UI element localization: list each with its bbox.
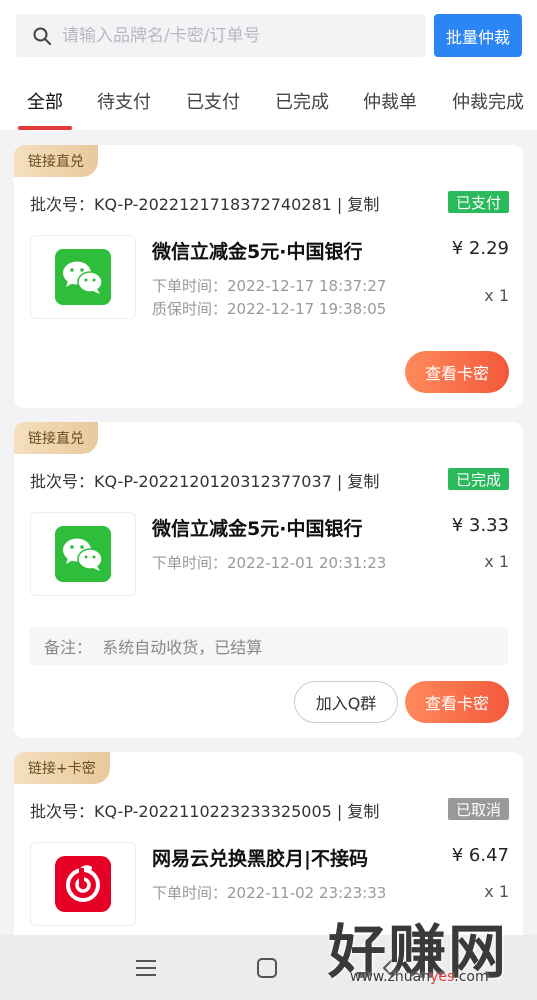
batch-number: 批次号：KQ-P-2022120120312377037 | 复制 [30, 468, 379, 492]
active-tab-indicator [18, 126, 72, 130]
tab-pending-payment[interactable]: 待支付 [97, 88, 151, 114]
batch-label: 批次号： [30, 802, 95, 821]
tab-arbitration-done[interactable]: 仲裁完成 [452, 88, 524, 114]
watermark-url-accent: yes [430, 969, 455, 985]
status-badge: 已取消 [447, 798, 509, 820]
wechat-icon [55, 249, 111, 305]
order-card: 链接直兑 批次号：KQ-P-2022120120312377037 | 复制 已… [14, 422, 523, 738]
tab-arbitration[interactable]: 仲裁单 [363, 88, 417, 114]
batch-value: KQ-P-2022120120312377037 [94, 472, 332, 491]
warranty-time-value: 2022-12-17 19:38:05 [227, 300, 387, 318]
view-card-secret-button[interactable]: 查看卡密 [405, 351, 509, 393]
order-time: 下单时间：2022-12-17 18:37:27 [152, 275, 386, 296]
order-tabs: 全部 待支付 已支付 已完成 仲裁单 仲裁完成 [0, 80, 537, 130]
order-time-value: 2022-11-02 23:23:33 [227, 884, 387, 902]
order-time: 下单时间：2022-11-02 23:23:33 [152, 882, 386, 903]
order-time-value: 2022-12-01 20:31:23 [227, 554, 387, 572]
product-thumbnail[interactable] [30, 235, 136, 319]
home-icon[interactable] [252, 953, 282, 983]
order-type-ribbon: 链接直兑 [14, 422, 98, 454]
watermark-url: www.zhuanyes.com [350, 969, 489, 985]
separator: | [336, 195, 348, 214]
price: ¥ 2.29 [451, 238, 509, 259]
search-input[interactable] [62, 25, 402, 46]
quantity: x 1 [484, 286, 509, 305]
batch-arbitration-button[interactable]: 批量仲裁 [434, 14, 522, 57]
watermark: 好赚网 www.zhuanyes.com [328, 905, 533, 995]
view-card-secret-button[interactable]: 查看卡密 [405, 681, 509, 723]
product-thumbnail[interactable] [30, 842, 136, 926]
menu-icon[interactable] [131, 953, 161, 983]
tab-paid[interactable]: 已支付 [186, 88, 240, 114]
order-time: 下单时间：2022-12-01 20:31:23 [152, 552, 386, 573]
price: ¥ 6.47 [451, 845, 509, 866]
wechat-icon [55, 526, 111, 582]
join-qq-group-button[interactable]: 加入Q群 [294, 681, 398, 723]
note-label: 备注： [44, 638, 93, 657]
order-time-value: 2022-12-17 18:37:27 [227, 277, 387, 295]
product-name[interactable]: 微信立减金5元·中国银行 [152, 237, 362, 264]
search-icon [33, 27, 51, 45]
batch-label: 批次号： [30, 472, 95, 491]
warranty-time-label: 质保时间： [152, 300, 228, 318]
batch-number: 批次号：KQ-P-2022121718372740281 | 复制 [30, 191, 379, 215]
copy-button[interactable]: 复制 [347, 195, 379, 214]
header: 批量仲裁 全部 待支付 已支付 已完成 仲裁单 仲裁完成 [0, 0, 537, 130]
tab-all[interactable]: 全部 [27, 88, 63, 114]
batch-value: KQ-P-2022110223233325005 [94, 802, 332, 821]
order-card: 链接直兑 批次号：KQ-P-2022121718372740281 | 复制 已… [14, 145, 523, 408]
copy-button[interactable]: 复制 [347, 472, 379, 491]
copy-button[interactable]: 复制 [347, 802, 379, 821]
watermark-url-pre: www.zhuan [350, 969, 431, 985]
product-name[interactable]: 微信立减金5元·中国银行 [152, 514, 362, 541]
order-note: 备注： 系统自动收货，已结算 [30, 627, 508, 665]
quantity: x 1 [484, 552, 509, 571]
order-type-ribbon: 链接直兑 [14, 145, 98, 177]
order-time-label: 下单时间： [152, 554, 228, 572]
order-time-label: 下单时间： [152, 277, 228, 295]
batch-number: 批次号：KQ-P-2022110223233325005 | 复制 [30, 798, 379, 822]
warranty-time: 质保时间：2022-12-17 19:38:05 [152, 298, 386, 319]
search-box[interactable] [16, 14, 426, 57]
status-badge: 已支付 [447, 191, 509, 213]
note-text: 系统自动收货，已结算 [102, 638, 263, 657]
product-thumbnail[interactable] [30, 512, 136, 596]
watermark-url-post: .com [454, 969, 489, 985]
order-type-ribbon: 链接+卡密 [14, 752, 110, 784]
batch-label: 批次号： [30, 195, 95, 214]
status-badge: 已完成 [447, 468, 509, 490]
batch-value: KQ-P-2022121718372740281 [94, 195, 332, 214]
separator: | [336, 472, 348, 491]
separator: | [336, 802, 348, 821]
price: ¥ 3.33 [451, 515, 509, 536]
tab-completed[interactable]: 已完成 [275, 88, 329, 114]
quantity: x 1 [484, 882, 509, 901]
order-time-label: 下单时间： [152, 884, 228, 902]
product-name[interactable]: 网易云兑换黑胶月|不接码 [152, 844, 368, 871]
netease-music-icon [55, 856, 111, 912]
